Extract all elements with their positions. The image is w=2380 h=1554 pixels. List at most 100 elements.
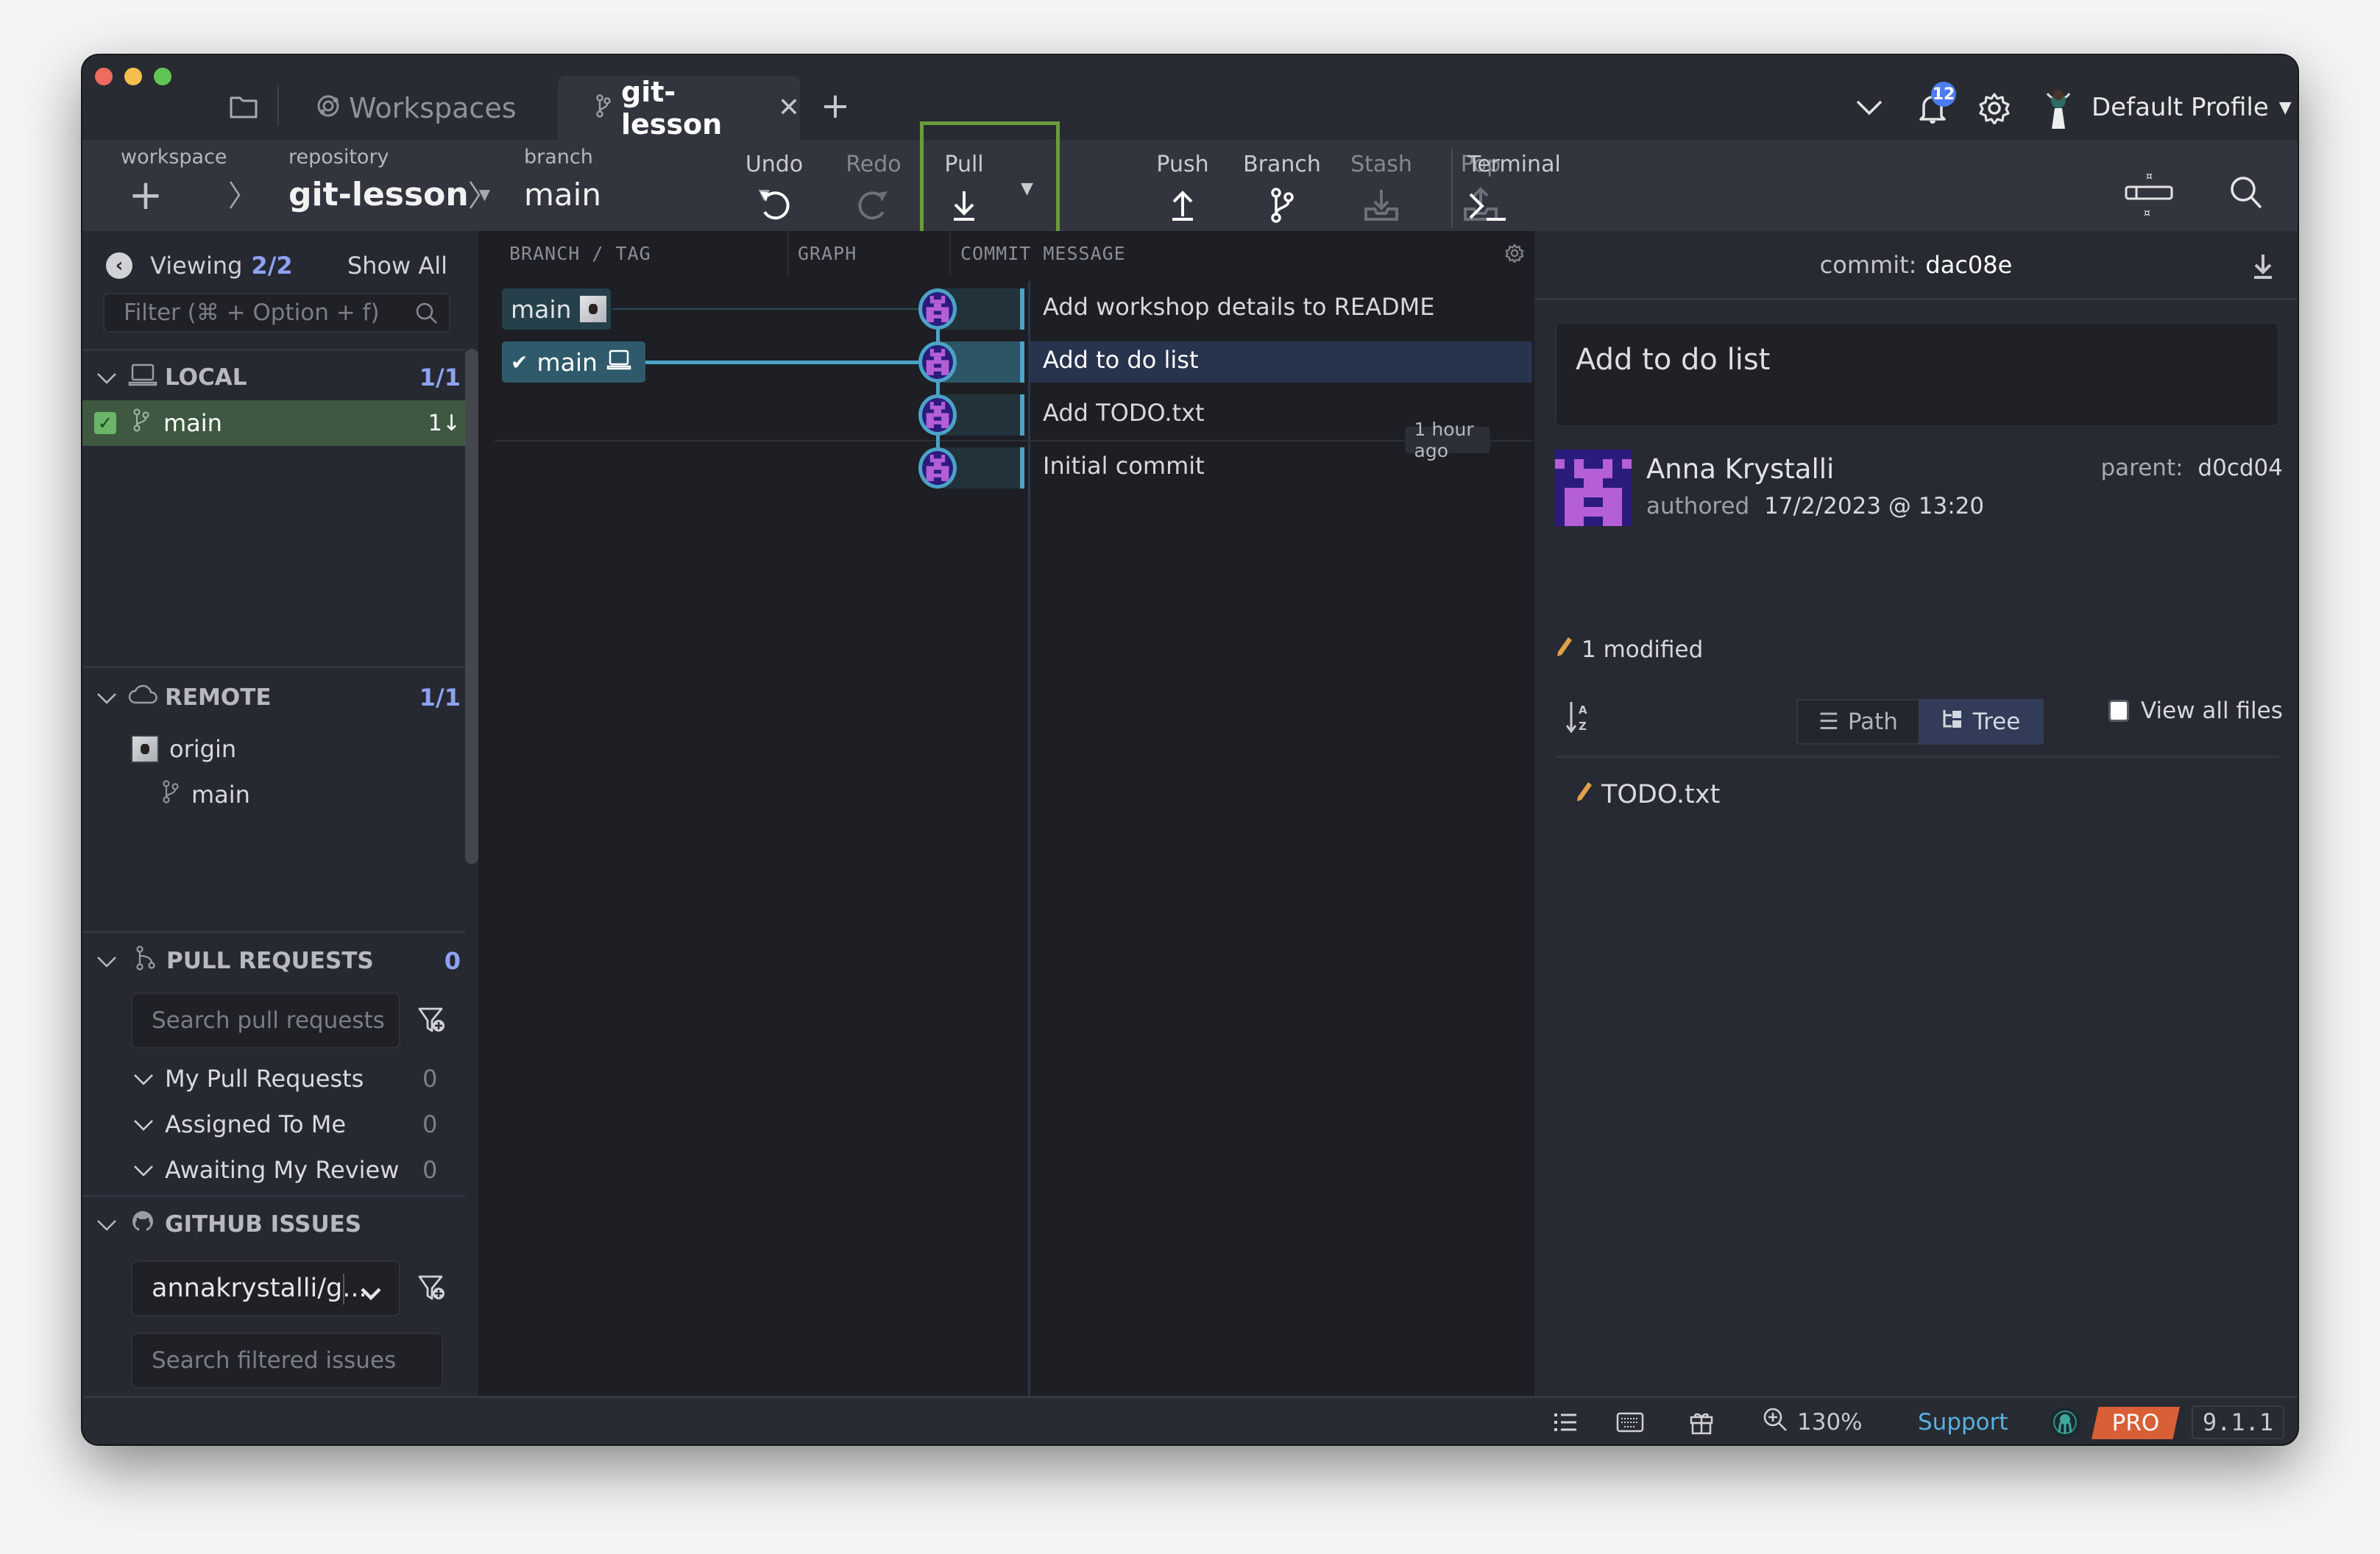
back-chevron-icon[interactable]: ‹ xyxy=(106,252,132,279)
filter-placeholder: Filter (⌘ + Option + f) xyxy=(124,299,380,326)
commit-graph-panel: BRANCH / TAG GRAPH COMMIT MESSAGE main A… xyxy=(480,231,1532,1396)
section-github-issues-header[interactable]: GITHUB ISSUES xyxy=(82,1204,465,1245)
sort-alpha-icon[interactable]: AZ xyxy=(1562,698,1595,737)
branch-label-local-main[interactable]: ✔ main xyxy=(502,341,645,383)
add-workspace-button[interactable]: + xyxy=(129,171,163,219)
repository-label: repository xyxy=(288,146,389,168)
column-header-branch-tag[interactable]: BRANCH / TAG xyxy=(509,231,651,275)
show-all-button[interactable]: Show All xyxy=(347,252,447,280)
download-patch-icon[interactable] xyxy=(2248,250,2278,283)
sidebar-scrollbar[interactable] xyxy=(465,349,478,864)
pr-group-my-pull-requests[interactable]: My Pull Requests 0 xyxy=(82,1058,465,1099)
stash-icon xyxy=(1363,181,1400,227)
filter-add-icon[interactable] xyxy=(414,1271,450,1305)
branch-checkbox[interactable]: ✓ xyxy=(94,412,116,434)
view-tree-toggle[interactable]: Tree xyxy=(1919,699,2044,745)
column-separator[interactable] xyxy=(949,231,951,275)
viewing-label: Viewing xyxy=(150,252,243,280)
repository-selector[interactable]: git-lesson ▼ xyxy=(288,172,490,216)
zoom-in-icon xyxy=(1762,1406,1788,1438)
commit-node-avatar[interactable] xyxy=(918,447,957,489)
close-window-button[interactable] xyxy=(95,68,113,85)
zoom-level[interactable]: 130% xyxy=(1762,1398,1863,1444)
maximize-window-button[interactable] xyxy=(154,68,171,85)
filter-add-icon[interactable] xyxy=(414,1004,450,1037)
local-branch-main[interactable]: ✓ main 1↓ xyxy=(82,400,465,446)
terminal-button[interactable]: Terminal xyxy=(1459,149,1565,230)
chevron-down-icon xyxy=(132,1065,155,1093)
chevron-down-icon xyxy=(96,363,118,391)
close-tab-icon[interactable]: ✕ xyxy=(778,93,800,123)
file-item[interactable]: TODO.txt xyxy=(1575,774,1720,815)
commit-summary-box[interactable]: Add to do list xyxy=(1555,322,2279,427)
branch-label-name: main xyxy=(536,347,598,377)
tab-git-lesson[interactable]: git-lesson ✕ xyxy=(558,76,800,141)
branch-label-remote-main[interactable]: main xyxy=(502,288,611,330)
view-all-files-checkbox[interactable]: View all files xyxy=(2108,698,2283,724)
stash-button[interactable]: Stash xyxy=(1337,149,1425,230)
terminal-icon xyxy=(1467,181,1509,227)
push-button[interactable]: Push xyxy=(1138,149,1227,230)
notifications-bell-icon[interactable]: 12 xyxy=(1910,82,1956,130)
tab-workspaces[interactable]: Workspaces xyxy=(316,76,596,140)
view-path-label: Path xyxy=(1847,709,1898,735)
new-tab-button[interactable]: + xyxy=(817,85,854,127)
support-link[interactable]: Support xyxy=(1918,1398,2008,1444)
remote-name: origin xyxy=(169,735,237,763)
search-icon xyxy=(415,302,439,331)
zoom-value: 130% xyxy=(1797,1409,1863,1436)
redo-button[interactable]: Redo xyxy=(829,149,918,230)
undo-button[interactable]: Undo xyxy=(730,149,818,230)
column-separator[interactable] xyxy=(787,231,789,275)
svg-text:¤: ¤ xyxy=(2146,171,2153,182)
remote-origin[interactable]: origin xyxy=(82,728,465,770)
search-issues-input[interactable]: Search filtered issues xyxy=(131,1333,443,1388)
search-pull-requests-input[interactable]: Search pull requests xyxy=(131,993,400,1049)
branch-button[interactable]: Branch xyxy=(1238,149,1326,230)
commit-node-avatar[interactable] xyxy=(918,288,957,330)
commit-node-avatar[interactable] xyxy=(918,341,957,383)
toolbar: workspace + repository git-lesson ▼ bran… xyxy=(82,140,2298,231)
section-pull-requests-count: 0 xyxy=(444,947,461,975)
folder-icon[interactable] xyxy=(227,92,261,121)
section-remote-title: REMOTE xyxy=(165,684,272,711)
section-pull-requests-header[interactable]: PULL REQUESTS 0 xyxy=(82,940,465,982)
github-icon xyxy=(131,1210,155,1239)
settings-gear-icon[interactable] xyxy=(1974,88,2015,129)
activity-log-icon[interactable] xyxy=(1553,1398,1578,1444)
gift-icon[interactable] xyxy=(1690,1398,1713,1444)
commit-sha[interactable]: dac08e xyxy=(1925,251,2012,279)
commit-label: commit: xyxy=(1819,250,1917,279)
section-local-header[interactable]: LOCAL 1/1 xyxy=(82,355,465,400)
parent-sha[interactable]: d0cd04 xyxy=(2197,455,2283,481)
chevron-down-icon[interactable] xyxy=(1851,91,1888,124)
section-github-issues-title: GITHUB ISSUES xyxy=(165,1211,362,1238)
section-remote-header[interactable]: REMOTE 1/1 xyxy=(82,677,465,718)
pr-group-assigned-to-me[interactable]: Assigned To Me 0 xyxy=(82,1104,465,1145)
keyboard-icon[interactable] xyxy=(1616,1398,1644,1444)
pr-group-awaiting-my-review[interactable]: Awaiting My Review 0 xyxy=(82,1149,465,1191)
view-path-toggle[interactable]: ☰ Path xyxy=(1796,699,1920,745)
local-branch-name: main xyxy=(163,409,222,437)
remote-branch-main[interactable]: main xyxy=(82,774,465,815)
remote-avatar-icon xyxy=(131,735,159,763)
profile-avatar-icon[interactable] xyxy=(2040,82,2077,132)
layout-toggle-icon[interactable]: ¤ ¤ xyxy=(2121,168,2177,221)
commit-node-avatar[interactable] xyxy=(918,394,957,436)
issues-repo-select[interactable]: annakrystalli/g... xyxy=(131,1260,400,1316)
branch-label-name: main xyxy=(511,294,572,324)
filter-input[interactable]: Filter (⌘ + Option + f) xyxy=(103,293,450,333)
profile-selector[interactable]: Default Profile ▼ xyxy=(2092,89,2292,126)
column-header-commit-message[interactable]: COMMIT MESSAGE xyxy=(960,231,1126,275)
author-name: Anna Krystalli xyxy=(1646,453,1835,485)
pro-badge[interactable]: PRO xyxy=(2092,1407,2180,1439)
commit-message: Add to do list xyxy=(1043,346,1199,374)
search-icon[interactable] xyxy=(2225,172,2267,213)
column-header-graph[interactable]: GRAPH xyxy=(798,231,857,275)
left-sidebar: ‹ Viewing 2/2 Show All Filter (⌘ + Optio… xyxy=(82,231,480,1432)
minimize-window-button[interactable] xyxy=(124,68,142,85)
row-marker xyxy=(1020,394,1024,436)
column-settings-gear-icon[interactable] xyxy=(1503,241,1526,265)
status-bar: 130% Support PRO 9.1.1 xyxy=(82,1396,2298,1444)
checkbox-box[interactable] xyxy=(2108,700,2129,722)
